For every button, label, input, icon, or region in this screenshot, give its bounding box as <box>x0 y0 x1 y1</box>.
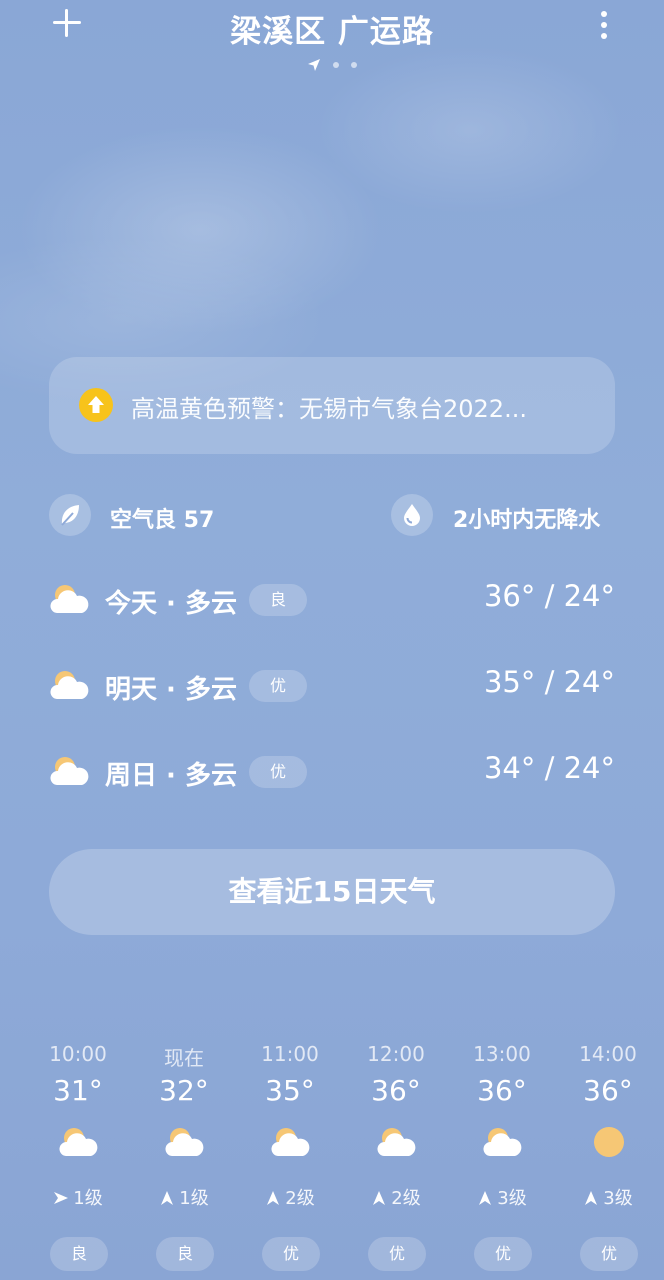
wind-level: 3级 <box>497 1188 527 1209</box>
hourly-item[interactable]: 现在 32° 1级 良 <box>131 1040 237 1280</box>
aqi-badge: 优 <box>262 1237 320 1271</box>
partly-cloudy-icon <box>50 671 89 699</box>
wind-direction-icon <box>54 1192 69 1204</box>
aqi-badge: 优 <box>249 756 307 788</box>
hour-time: 现在 <box>164 1046 204 1070</box>
partly-cloudy-icon <box>483 1128 522 1156</box>
wind-level: 1级 <box>179 1188 209 1209</box>
hour-wind: 2级 <box>237 1184 343 1210</box>
wind-direction-icon <box>267 1191 280 1205</box>
hour-wind: 2级 <box>343 1184 449 1210</box>
precipitation-label: 2小时内无降水 <box>453 508 601 533</box>
hour-wind: 3级 <box>449 1184 555 1210</box>
precipitation[interactable]: 2小时内无降水 <box>391 494 621 536</box>
hour-temp: 36° <box>477 1074 527 1107</box>
wind-direction-icon <box>373 1191 386 1205</box>
forecast-row-tomorrow[interactable]: 明天 · 多云 优 35° / 24° <box>49 663 615 713</box>
hour-time: 11:00 <box>261 1042 319 1066</box>
hour-temp: 36° <box>583 1074 633 1107</box>
aqi-badge: 良 <box>249 584 307 616</box>
view-15-day-button[interactable]: 查看近15日天气 <box>49 849 615 935</box>
hour-temp: 36° <box>371 1074 421 1107</box>
sunny-icon <box>594 1127 624 1157</box>
hour-temp: 31° <box>53 1074 103 1107</box>
temp-range: 34° / 24° <box>483 751 615 785</box>
aqi-badge: 优 <box>580 1237 638 1271</box>
partly-cloudy-icon <box>271 1128 310 1156</box>
aqi-badge: 良 <box>50 1237 108 1271</box>
partly-cloudy-icon <box>50 585 89 613</box>
more-options-icon[interactable] <box>592 8 616 42</box>
temp-range: 35° / 24° <box>483 665 615 699</box>
aqi-badge: 优 <box>474 1237 532 1271</box>
hour-wind: 1级 <box>25 1184 131 1210</box>
hourly-item[interactable]: 11:00 35° 2级 优 <box>237 1040 343 1280</box>
forecast-row-today[interactable]: 今天 · 多云 良 36° / 24° <box>49 577 615 627</box>
top-bar: 梁溪区 广运路 <box>0 0 664 80</box>
aqi-badge: 良 <box>156 1237 214 1271</box>
wind-direction-icon <box>479 1191 492 1205</box>
partly-cloudy-icon <box>165 1128 204 1156</box>
wind-direction-icon <box>585 1191 598 1205</box>
weather-alert-card[interactable]: 高温黄色预警：无锡市气象台2022... <box>49 357 615 454</box>
hour-time: 13:00 <box>473 1042 531 1066</box>
wind-level: 2级 <box>391 1188 421 1209</box>
hour-time: 14:00 <box>579 1042 637 1066</box>
hour-time: 12:00 <box>367 1042 425 1066</box>
up-arrow-circle-icon <box>79 388 113 422</box>
page-indicator <box>0 54 664 71</box>
location-arrow-icon <box>308 58 320 71</box>
hourly-item[interactable]: 12:00 36° 2级 优 <box>343 1040 449 1280</box>
air-quality-label: 空气良 57 <box>110 508 215 533</box>
wind-level: 3级 <box>603 1188 633 1209</box>
aqi-badge: 优 <box>368 1237 426 1271</box>
partly-cloudy-icon <box>377 1128 416 1156</box>
partly-cloudy-icon <box>59 1128 98 1156</box>
hourly-item[interactable]: 14:00 36° 3级 优 <box>555 1040 661 1280</box>
hour-time: 10:00 <box>49 1042 107 1066</box>
leaf-icon <box>49 494 91 536</box>
hour-wind: 3级 <box>555 1184 661 1210</box>
hourly-item[interactable]: 13:00 36° 3级 优 <box>449 1040 555 1280</box>
forecast-day-label: 今天 · 多云 <box>105 589 237 619</box>
wind-level: 2级 <box>285 1188 315 1209</box>
forecast-day-label: 周日 · 多云 <box>105 761 237 791</box>
forecast-day-label: 明天 · 多云 <box>105 675 237 705</box>
partly-cloudy-icon <box>50 757 89 785</box>
temp-range: 36° / 24° <box>483 579 615 613</box>
page-dot <box>351 61 357 68</box>
hourly-item[interactable]: 10:00 31° 1级 良 <box>25 1040 131 1280</box>
aqi-badge: 优 <box>249 670 307 702</box>
water-drop-icon <box>391 494 433 536</box>
hour-temp: 35° <box>265 1074 315 1107</box>
forecast-row-sunday[interactable]: 周日 · 多云 优 34° / 24° <box>49 749 615 799</box>
hour-temp: 32° <box>159 1074 209 1107</box>
wind-direction-icon <box>161 1191 174 1205</box>
location-title: 梁溪区 广运路 <box>230 14 434 50</box>
wind-level: 1级 <box>73 1188 103 1209</box>
alert-text: 高温黄色预警：无锡市气象台2022... <box>131 395 527 423</box>
page-dot <box>333 61 339 68</box>
hour-wind: 1级 <box>131 1184 237 1210</box>
